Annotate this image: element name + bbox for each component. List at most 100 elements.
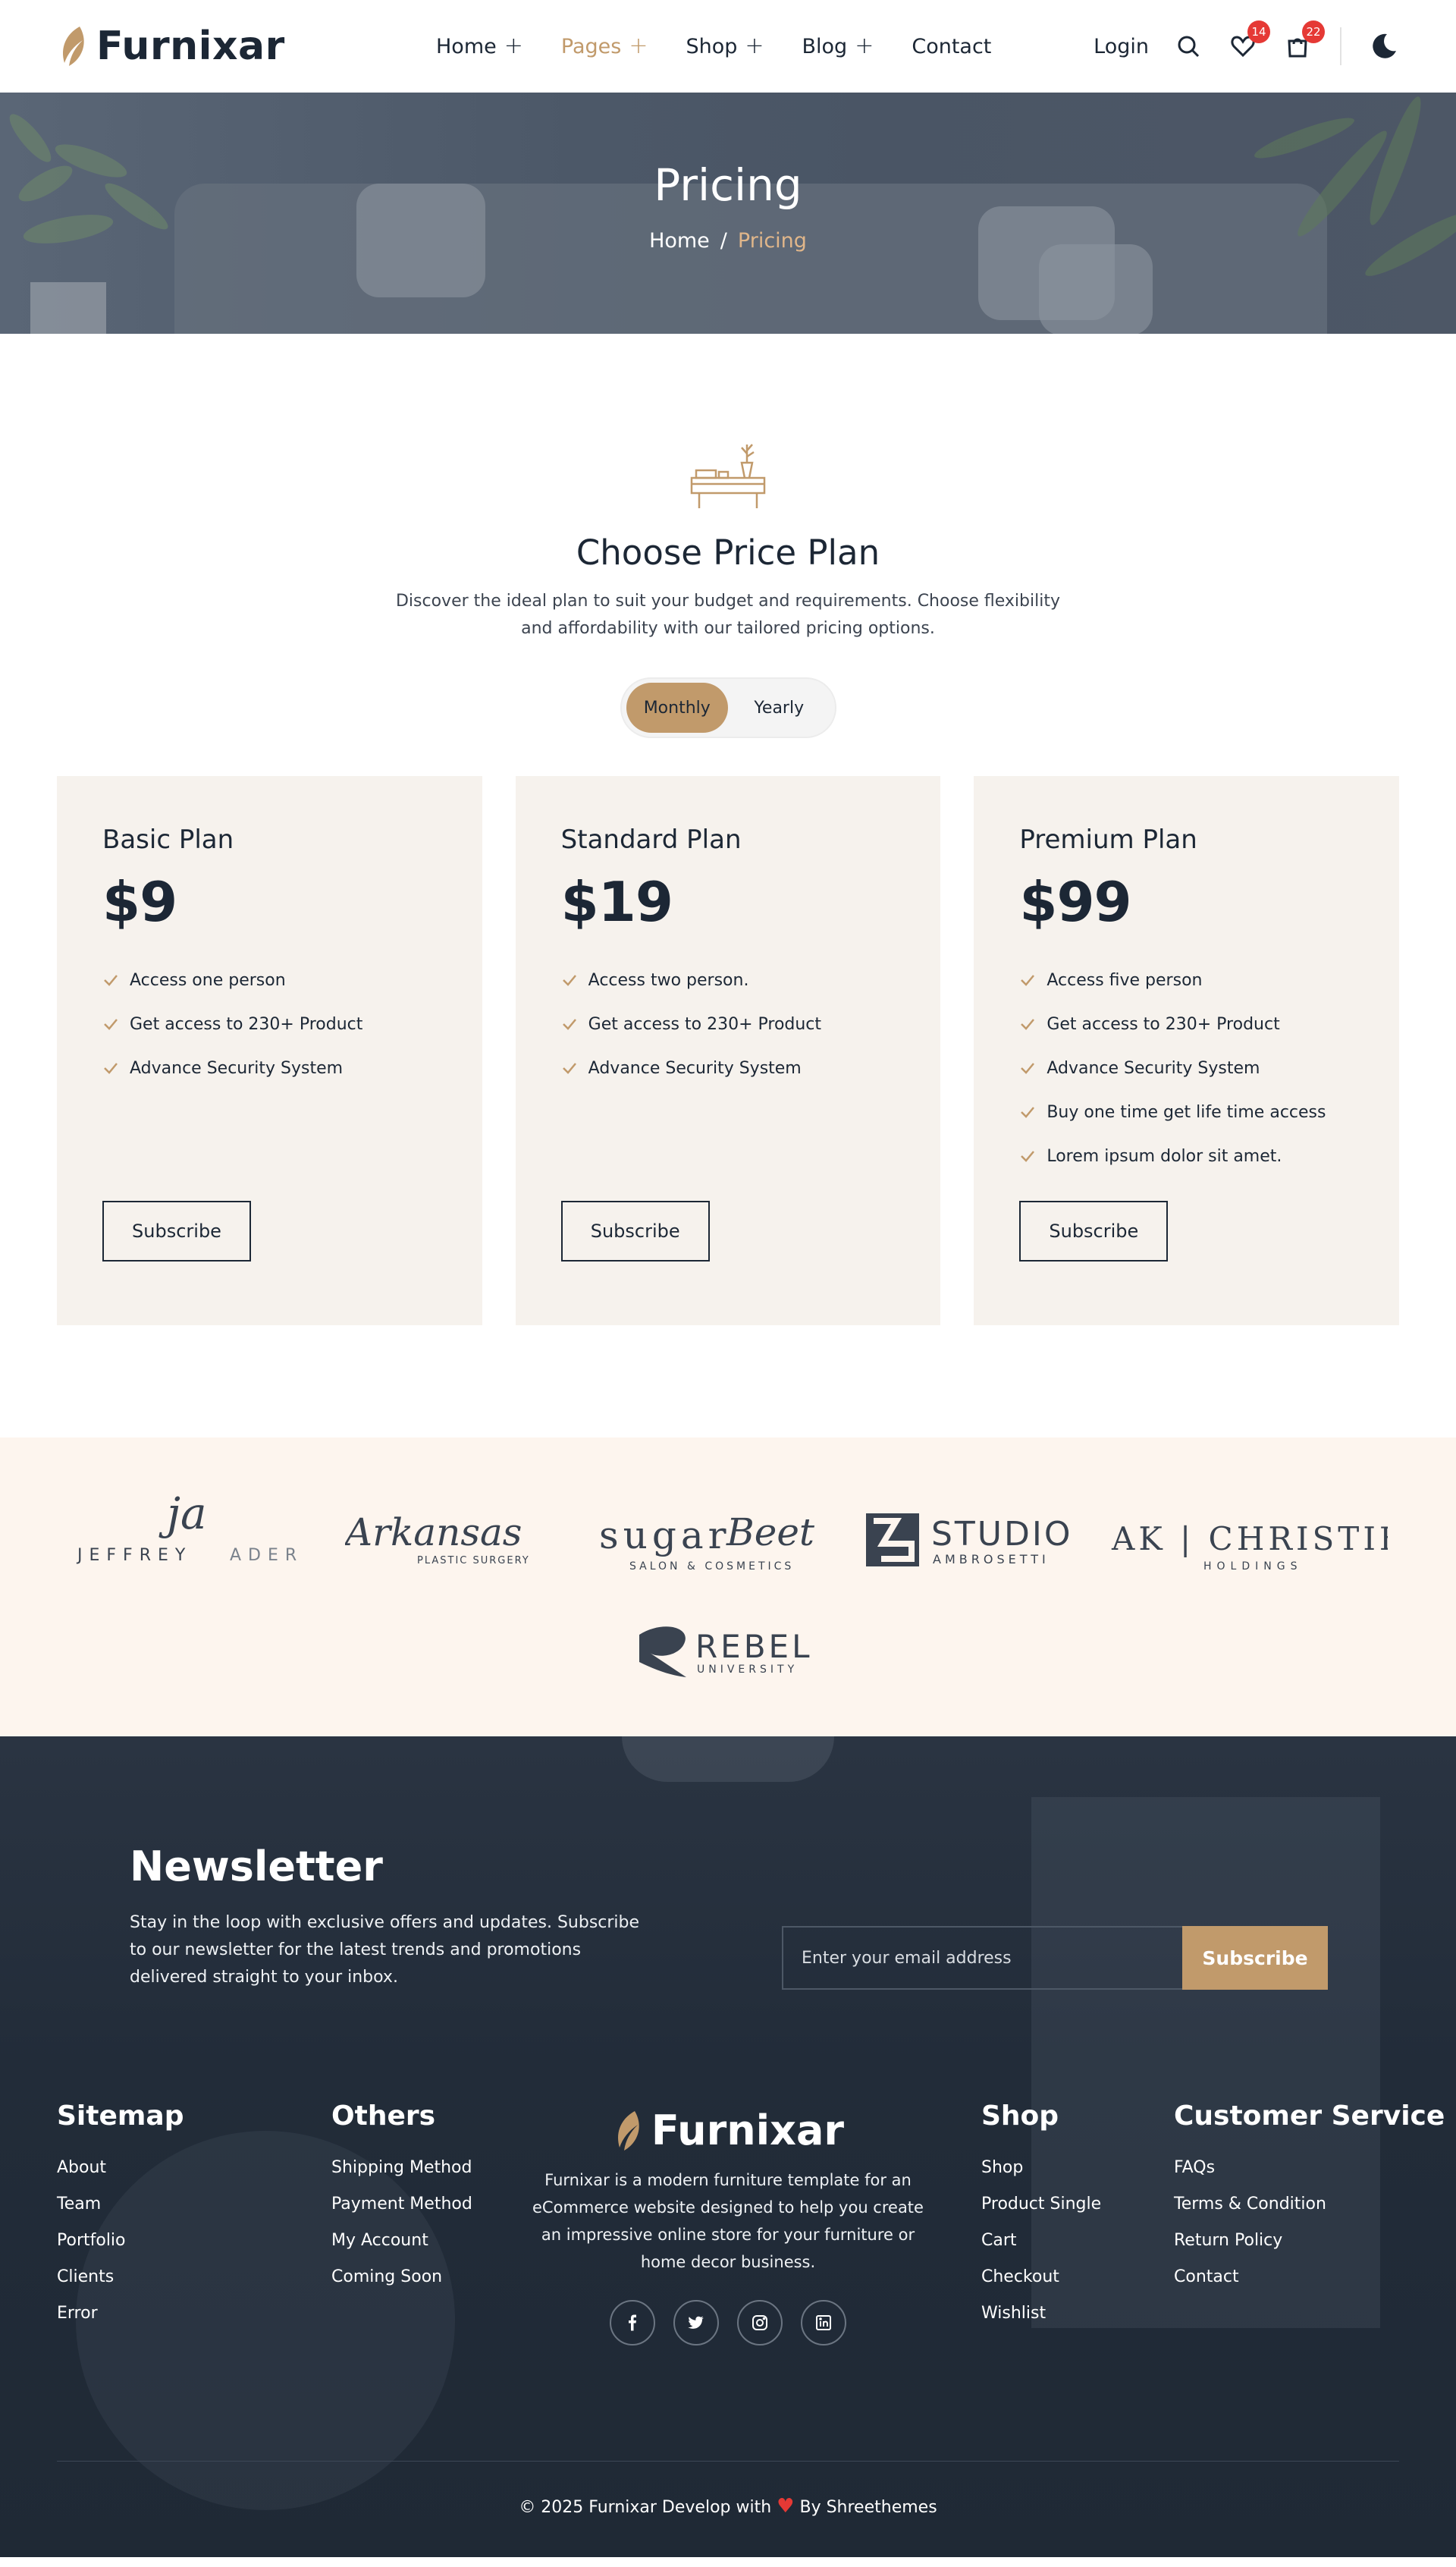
plan-card-standard: Standard Plan $19 Access two person. Get… — [515, 776, 941, 1325]
footer-link-wishlist[interactable]: Wishlist — [981, 2295, 1101, 2332]
subscribe-button-basic[interactable]: Subscribe — [102, 1201, 251, 1262]
plus-icon: + — [629, 33, 648, 59]
feature-item: Buy one time get life time access — [1019, 1090, 1354, 1134]
footer-link-team[interactable]: Team — [57, 2186, 184, 2223]
plan-price: $99 — [1019, 870, 1131, 934]
brand-logo-arkansas[interactable]: Arkansas PLASTIC SURGERY — [345, 1483, 557, 1589]
check-icon — [562, 975, 576, 986]
copyright-author[interactable]: By Shreethemes — [799, 2498, 937, 2517]
jeffrey-first-name: JEFFREY — [76, 1546, 192, 1565]
subscribe-button-premium[interactable]: Subscribe — [1019, 1201, 1169, 1262]
footer-link-coming-soon[interactable]: Coming Soon — [331, 2259, 472, 2295]
nav-shop-label: Shop — [686, 34, 738, 58]
footer-link-faqs[interactable]: FAQs — [1174, 2150, 1445, 2186]
sugarbeet-logo: sugar Beet SALON & COSMETICS — [599, 1510, 815, 1573]
cart-button[interactable]: 22 — [1284, 20, 1325, 60]
copyright: © 2025 Furnixar Develop with ♥ By Shreet… — [0, 2495, 1456, 2518]
section-description: Discover the ideal plan to suit your bud… — [395, 592, 1060, 638]
feature-list: Access two person. Get access to 230+ Pr… — [561, 958, 896, 1090]
footer-link-return-policy[interactable]: Return Policy — [1174, 2223, 1445, 2259]
login-link[interactable]: Login — [1094, 35, 1149, 58]
footer-link-account[interactable]: My Account — [331, 2223, 472, 2259]
feature-text: Buy one time get life time access — [1046, 1102, 1326, 1122]
nav-home[interactable]: Home + — [436, 35, 523, 58]
footer-link-shop[interactable]: Shop — [981, 2150, 1101, 2186]
heart-icon: ♥ — [777, 2495, 795, 2518]
cart-count-badge: 22 — [1302, 20, 1325, 43]
feature-text: Get access to 230+ Product — [588, 1014, 822, 1034]
nav-contact[interactable]: Contact — [912, 35, 991, 58]
brand-logo-ak-christie[interactable]: AK | CHRISTIE HOLDINGS — [1107, 1483, 1388, 1589]
plus-icon: + — [504, 33, 523, 59]
linkedin-icon — [816, 2315, 831, 2330]
christie-name: AK | CHRISTIE — [1111, 1520, 1388, 1557]
footer-link-about[interactable]: About — [57, 2150, 184, 2186]
site-header: Furnixar Home + Pages + Shop + Blog + Co… — [0, 0, 1456, 93]
brand-logo-sugarbeet[interactable]: sugar Beet SALON & COSMETICS — [598, 1483, 825, 1589]
footer-link-contact[interactable]: Contact — [1174, 2259, 1445, 2295]
footer-about-text: Furnixar is a modern furniture template … — [532, 2171, 924, 2271]
page-hero: Pricing Home / Pricing — [0, 93, 1456, 334]
check-icon — [1021, 975, 1035, 986]
feature-text: Get access to 230+ Product — [1046, 1014, 1280, 1034]
footer-link-clients[interactable]: Clients — [57, 2259, 184, 2295]
site-footer: Newsletter Stay in the loop with exclusi… — [0, 1736, 1456, 2557]
instagram-icon — [752, 2315, 767, 2330]
dark-mode-toggle-icon[interactable] — [1369, 31, 1399, 61]
breadcrumb: Home / Pricing — [0, 229, 1456, 253]
footer-link-terms[interactable]: Terms & Condition — [1174, 2186, 1445, 2223]
subscribe-button-standard[interactable]: Subscribe — [560, 1201, 710, 1262]
footer-logo[interactable]: Furnixar — [526, 2107, 930, 2154]
footer-link-error[interactable]: Error — [57, 2295, 184, 2332]
feature-text: Lorem ipsum dolor sit amet. — [1046, 1146, 1282, 1166]
check-icon — [1021, 1107, 1035, 1118]
breadcrumb-home[interactable]: Home — [649, 229, 710, 253]
newsletter-form: Subscribe — [782, 1926, 1328, 1990]
newsletter-email-input[interactable] — [782, 1926, 1182, 1990]
plan-name: Premium Plan — [1019, 825, 1197, 855]
footer-divider — [57, 2461, 1399, 2462]
feature-item: Advance Security System — [1019, 1046, 1354, 1090]
newsletter-title: Newsletter — [130, 1843, 383, 1890]
footer-heading: Sitemap — [57, 2100, 184, 2132]
twitter-link[interactable] — [673, 2300, 719, 2345]
site-logo[interactable]: Furnixar — [57, 24, 285, 69]
studio-sub: AMBROSETTI — [933, 1552, 1050, 1566]
instagram-link[interactable] — [737, 2300, 783, 2345]
nav-shop[interactable]: Shop + — [686, 35, 764, 58]
footer-link-portfolio[interactable]: Portfolio — [57, 2223, 184, 2259]
plan-price: $9 — [102, 870, 177, 934]
wishlist-button[interactable]: 14 — [1229, 20, 1270, 60]
rebel-university-logo: REBEL UNIVERSITY — [639, 1626, 809, 1677]
footer-link-cart[interactable]: Cart — [981, 2223, 1101, 2259]
footer-heading: Shop — [981, 2100, 1059, 2132]
feature-list: Access five person Get access to 230+ Pr… — [1019, 958, 1354, 1178]
social-links — [526, 2300, 930, 2345]
search-button[interactable] — [1175, 33, 1202, 60]
check-icon — [562, 1063, 576, 1074]
footer-brand: Furnixar Furnixar is a modern furniture … — [526, 2107, 930, 2345]
brand-logo-studio[interactable]: STUDIO AMBROSETTI — [864, 1483, 1092, 1589]
toggle-yearly[interactable]: Yearly — [728, 683, 830, 733]
footer-link-payment[interactable]: Payment Method — [331, 2186, 472, 2223]
copyright-text: © 2025 Furnixar Develop with — [519, 2498, 772, 2517]
newsletter-subscribe-button[interactable]: Subscribe — [1182, 1926, 1328, 1990]
nav-pages[interactable]: Pages + — [561, 35, 648, 58]
brand-logo-jeffrey-ader[interactable]: ja JEFFREY ADER — [76, 1483, 303, 1589]
facebook-link[interactable] — [610, 2300, 655, 2345]
nav-blog[interactable]: Blog + — [802, 35, 874, 58]
jeffrey-monogram: ja — [158, 1488, 207, 1539]
footer-link-checkout[interactable]: Checkout — [981, 2259, 1101, 2295]
billing-toggle: Monthly Yearly — [620, 677, 836, 738]
footer-heading: Others — [331, 2100, 436, 2132]
sugarbeet-name-b: Beet — [726, 1510, 815, 1554]
check-icon — [1021, 1151, 1035, 1162]
linkedin-link[interactable] — [801, 2300, 846, 2345]
christie-sub: HOLDINGS — [1203, 1560, 1302, 1573]
hero-pillow — [1039, 244, 1153, 334]
brand-logo-rebel[interactable]: REBEL UNIVERSITY — [633, 1612, 823, 1695]
footer-link-product-single[interactable]: Product Single — [981, 2186, 1101, 2223]
twitter-icon — [688, 2316, 704, 2329]
footer-link-shipping[interactable]: Shipping Method — [331, 2150, 472, 2186]
toggle-monthly[interactable]: Monthly — [626, 683, 728, 733]
